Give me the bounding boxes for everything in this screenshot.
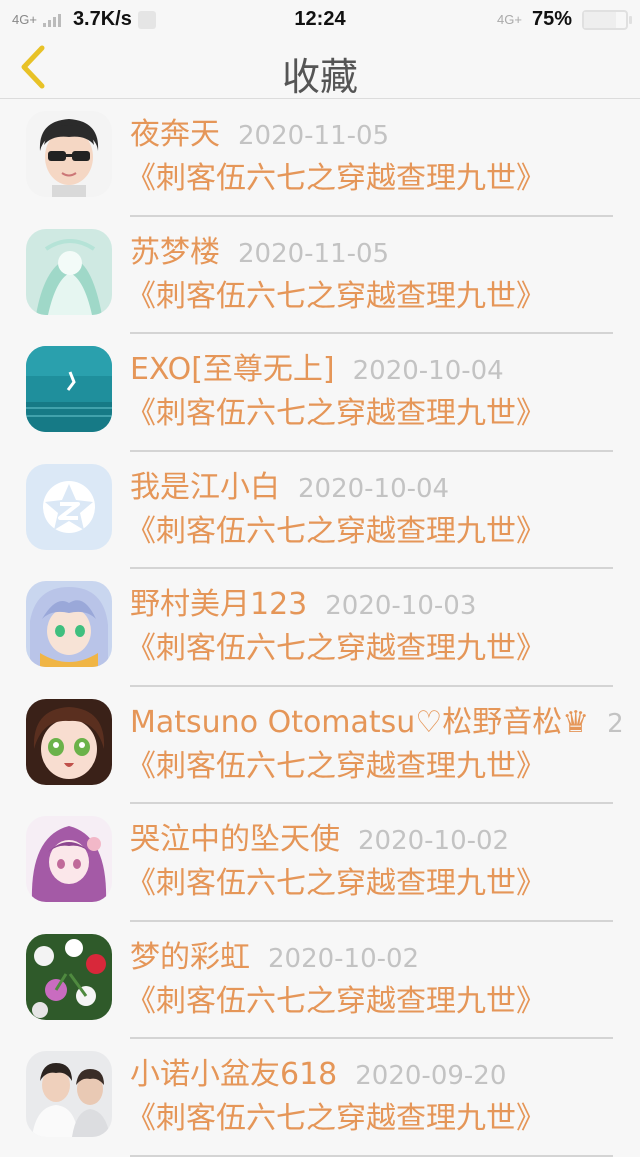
favorite-meta: 我是江小白 2020-10-04 xyxy=(130,466,640,510)
user-name[interactable]: 哭泣中的坠天使 xyxy=(130,822,340,857)
avatar-flowers[interactable] xyxy=(26,933,112,1020)
user-name[interactable]: 苏梦楼 xyxy=(130,235,220,270)
user-name[interactable]: 夜奔天 xyxy=(130,117,220,152)
book-title[interactable]: 《刺客伍六七之穿越查理九世》 xyxy=(126,980,640,1024)
favorite-item[interactable]: 苏梦楼 2020-11-05 《刺客伍六七之穿越查理九世》 xyxy=(0,217,640,335)
favorite-meta: 哭泣中的坠天使 2020-10-02 xyxy=(130,818,640,862)
favorite-text: 夜奔天 2020-11-05 《刺客伍六七之穿越查理九世》 xyxy=(126,113,640,217)
favorite-date: 2020-10-03 xyxy=(325,591,477,621)
avatar-teal-underwater[interactable] xyxy=(26,346,112,432)
book-title[interactable]: 《刺客伍六七之穿越查理九世》 xyxy=(126,510,640,554)
row-divider xyxy=(130,1154,613,1157)
book-title[interactable]: 《刺客伍六七之穿越查理九世》 xyxy=(126,745,640,789)
favorite-date: 2020-10-04 xyxy=(298,473,450,504)
avatar-anime-silver-hair[interactable] xyxy=(26,581,112,667)
user-name[interactable]: 小诺小盆友618 xyxy=(130,1057,337,1092)
favorite-meta: 野村美月123 2020-10-03 xyxy=(130,583,640,627)
book-title[interactable]: 《刺客伍六七之穿越查理九世》 xyxy=(126,862,640,906)
favorite-item[interactable]: 夜奔天 2020-11-05 《刺客伍六七之穿越查理九世》 xyxy=(0,99,640,217)
avatar-anime-girl-brown[interactable] xyxy=(26,698,112,785)
page-title: 收藏 xyxy=(281,55,358,99)
avatar-photo-boys[interactable] xyxy=(26,1051,112,1137)
favorite-date: 2020-10-02 xyxy=(358,826,510,856)
book-title[interactable]: 《刺客伍六七之穿越查理九世》 xyxy=(126,157,640,201)
user-name[interactable]: 野村美月123 xyxy=(130,587,307,622)
favorite-item[interactable]: 小诺小盆友618 2020-09-20 《刺客伍六七之穿越查理九世》 xyxy=(0,1039,640,1157)
favorites-list: 夜奔天 2020-11-05 《刺客伍六七之穿越查理九世》 苏梦楼 2020-11-… xyxy=(0,99,640,1157)
book-title[interactable]: 《刺客伍六七之穿越查理九世》 xyxy=(126,275,640,319)
favorite-date: 2020-11-05 xyxy=(238,121,390,151)
favorite-text: Matsuno Otomatsu♡松野音松♛ 2 《刺客伍六七之穿越查理九世》 xyxy=(126,701,640,805)
user-name[interactable]: 我是江小白 xyxy=(130,470,280,505)
status-right: 4G+ 75% xyxy=(497,8,632,31)
book-title[interactable]: 《刺客伍六七之穿越查理九世》 xyxy=(126,627,640,671)
favorite-date: 2020-10-02 xyxy=(268,943,420,974)
favorite-date: 2020-09-20 xyxy=(355,1061,507,1091)
favorite-meta: EXO[至尊无上] 2020-10-04 xyxy=(130,348,640,392)
favorite-item[interactable]: 梦的彩虹 2020-10-02 《刺客伍六七之穿越查理九世》 xyxy=(0,922,640,1040)
favorite-text: 苏梦楼 2020-11-05 《刺客伍六七之穿越查理九世》 xyxy=(126,231,640,335)
favorite-meta: 苏梦楼 2020-11-05 xyxy=(130,231,640,275)
battery-icon xyxy=(582,9,632,30)
favorite-item[interactable]: 野村美月123 2020-10-03 《刺客伍六七之穿越查理九世》 xyxy=(0,569,640,687)
favorite-meta: 梦的彩虹 2020-10-02 xyxy=(130,936,640,980)
user-name[interactable]: EXO[至尊无上] xyxy=(130,352,335,387)
favorite-meta: 夜奔天 2020-11-05 xyxy=(130,113,640,157)
user-name[interactable]: Matsuno Otomatsu♡松野音松♛ xyxy=(130,705,589,740)
network-type-label: 4G+ xyxy=(497,12,522,27)
avatar-anime-mint[interactable] xyxy=(26,228,112,315)
favorite-meta: 小诺小盆友618 2020-09-20 xyxy=(130,1053,640,1097)
favorite-text: 梦的彩虹 2020-10-02 《刺客伍六七之穿越查理九世》 xyxy=(126,936,640,1040)
avatar-anime-purple-hair[interactable] xyxy=(26,816,112,902)
avatar-default-qq[interactable] xyxy=(26,463,112,550)
favorite-text: 我是江小白 2020-10-04 《刺客伍六七之穿越查理九世》 xyxy=(126,466,640,570)
status-bar: 4G+ 3.7K/s 12:24 4G+ 75% xyxy=(0,0,640,42)
favorite-item[interactable]: Matsuno Otomatsu♡松野音松♛ 2 《刺客伍六七之穿越查理九世》 xyxy=(0,687,640,805)
nav-bar: 收藏 xyxy=(0,42,640,99)
avatar-cartoon-boy-sunglasses[interactable] xyxy=(26,111,112,197)
favorite-item[interactable]: 哭泣中的坠天使 2020-10-02 《刺客伍六七之穿越查理九世》 xyxy=(0,804,640,922)
favorite-text: 哭泣中的坠天使 2020-10-02 《刺客伍六七之穿越查理九世》 xyxy=(126,818,640,922)
favorite-item[interactable]: 我是江小白 2020-10-04 《刺客伍六七之穿越查理九世》 xyxy=(0,452,640,570)
favorite-date: 2020-10-04 xyxy=(352,356,504,386)
favorite-text: 野村美月123 2020-10-03 《刺客伍六七之穿越查理九世》 xyxy=(126,583,640,687)
favorite-text: EXO[至尊无上] 2020-10-04 《刺客伍六七之穿越查理九世》 xyxy=(126,348,640,452)
favorite-date: 2020-11-05 xyxy=(238,238,390,269)
battery-percent: 75% xyxy=(531,8,572,30)
user-name[interactable]: 梦的彩虹 xyxy=(130,940,250,975)
favorite-meta: Matsuno Otomatsu♡松野音松♛ 2 xyxy=(130,701,640,745)
favorite-text: 小诺小盆友618 2020-09-20 《刺客伍六七之穿越查理九世》 xyxy=(126,1053,640,1157)
favorite-item[interactable]: EXO[至尊无上] 2020-10-04 《刺客伍六七之穿越查理九世》 xyxy=(0,334,640,452)
favorite-date: 2 xyxy=(607,708,624,739)
book-title[interactable]: 《刺客伍六七之穿越查理九世》 xyxy=(126,392,640,436)
book-title[interactable]: 《刺客伍六七之穿越查理九世》 xyxy=(126,1097,640,1141)
